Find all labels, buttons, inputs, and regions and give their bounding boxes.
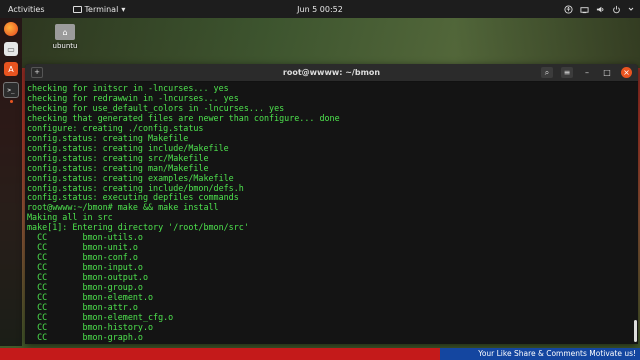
- volume-icon[interactable]: [596, 5, 605, 14]
- software-icon[interactable]: A: [4, 62, 18, 76]
- scrollbar[interactable]: [634, 320, 637, 342]
- chevron-down-icon: ▾: [121, 4, 126, 14]
- top-bar: Activities Terminal ▾ Jun 5 00:52: [0, 0, 640, 18]
- terminal-headerbar[interactable]: + root@wwww: ~/bmon ⌕ ≡ – □ ×: [25, 64, 638, 82]
- minimize-icon[interactable]: –: [581, 67, 593, 78]
- app-menu-label: Terminal: [84, 4, 119, 14]
- accessibility-icon[interactable]: [564, 4, 573, 14]
- active-indicator: [9, 100, 13, 103]
- close-icon[interactable]: ×: [621, 67, 632, 78]
- home-folder-icon: ⌂: [55, 24, 75, 40]
- maximize-icon[interactable]: □: [601, 67, 613, 78]
- terminal-icon[interactable]: >_: [3, 82, 19, 98]
- banner-text: Your Like Share & Comments Motivate us!: [478, 349, 636, 358]
- terminal-app-icon: [72, 5, 82, 13]
- terminal-output[interactable]: checking for initscr in -lncurses... yes…: [25, 82, 638, 343]
- clock[interactable]: Jun 5 00:52: [297, 5, 343, 14]
- chevron-down-icon[interactable]: [628, 6, 634, 12]
- power-icon[interactable]: [612, 5, 621, 14]
- new-tab-icon[interactable]: +: [31, 67, 43, 78]
- desktop-wallpaper: [22, 18, 640, 68]
- files-icon[interactable]: ▭: [4, 42, 18, 56]
- bottom-banner: Your Like Share & Comments Motivate us!: [0, 348, 640, 360]
- terminal-line: CC bmon-graph.o: [27, 331, 143, 342]
- terminal-title: root@wwww: ~/bmon: [282, 68, 381, 77]
- banner-red-strip: [0, 348, 440, 360]
- app-menu[interactable]: Terminal ▾: [72, 4, 126, 14]
- firefox-icon[interactable]: [4, 22, 18, 36]
- home-folder-label: ubuntu: [52, 42, 78, 50]
- search-icon[interactable]: ⌕: [541, 67, 553, 78]
- home-folder[interactable]: ⌂ ubuntu: [52, 24, 78, 50]
- hamburger-menu-icon[interactable]: ≡: [561, 67, 573, 78]
- activities-button[interactable]: Activities: [8, 5, 45, 14]
- terminal-line: root@wwww:~/bmon# make && make install: [27, 202, 219, 213]
- window-controls: ⌕ ≡ – □ ×: [541, 67, 632, 78]
- dock: ▭ A >_: [0, 18, 22, 346]
- network-icon[interactable]: [580, 5, 589, 14]
- terminal-window: + root@wwww: ~/bmon ⌕ ≡ – □ × checking f…: [25, 64, 638, 344]
- system-tray[interactable]: [564, 4, 634, 14]
